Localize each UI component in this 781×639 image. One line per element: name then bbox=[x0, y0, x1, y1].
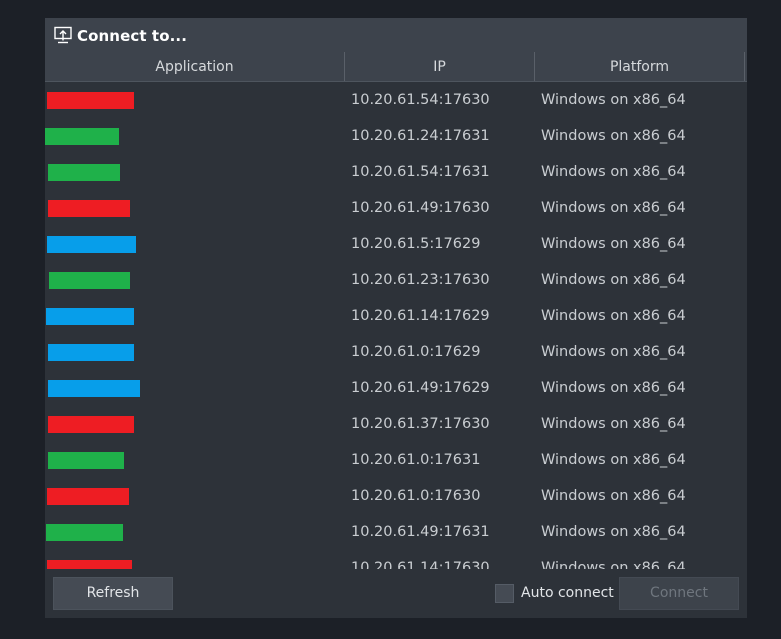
platform-cell: Windows on x86_64 bbox=[541, 452, 686, 468]
table-row[interactable]: 10.20.61.49:17631 Windows on x86_64 bbox=[45, 514, 747, 550]
table-row[interactable]: 10.20.61.49:17629 Windows on x86_64 bbox=[45, 370, 747, 406]
application-color-swatch bbox=[48, 452, 124, 469]
ip-cell: 10.20.61.49:17630 bbox=[351, 200, 490, 216]
platform-cell: Windows on x86_64 bbox=[541, 92, 686, 108]
table-row[interactable]: 10.20.61.23:17630 Windows on x86_64 bbox=[45, 262, 747, 298]
application-color-swatch bbox=[48, 416, 134, 433]
table-row[interactable]: 10.20.61.0:17630 Windows on x86_64 bbox=[45, 478, 747, 514]
application-color-swatch bbox=[45, 128, 119, 145]
table-row[interactable]: 10.20.61.49:17630 Windows on x86_64 bbox=[45, 190, 747, 226]
ip-cell: 10.20.61.5:17629 bbox=[351, 236, 481, 252]
ip-cell: 10.20.61.14:17629 bbox=[351, 308, 490, 324]
dialog-titlebar: Connect to... bbox=[45, 18, 747, 52]
refresh-button[interactable]: Refresh bbox=[53, 577, 173, 610]
platform-cell: Windows on x86_64 bbox=[541, 524, 686, 540]
application-color-swatch bbox=[49, 272, 130, 289]
connect-button: Connect bbox=[619, 577, 739, 610]
application-color-swatch bbox=[48, 200, 130, 217]
column-header-application[interactable]: Application bbox=[45, 52, 345, 81]
table-row[interactable]: 10.20.61.24:17631 Windows on x86_64 bbox=[45, 118, 747, 154]
ip-cell: 10.20.61.37:17630 bbox=[351, 416, 490, 432]
ip-cell: 10.20.61.49:17629 bbox=[351, 380, 490, 396]
ip-cell: 10.20.61.54:17630 bbox=[351, 92, 490, 108]
table-header: Application IP Platform bbox=[45, 52, 747, 82]
table-row[interactable]: 10.20.61.54:17630 Windows on x86_64 bbox=[45, 82, 747, 118]
dialog-title: Connect to... bbox=[77, 27, 187, 45]
dialog-footer: Refresh Auto connect Connect bbox=[45, 569, 747, 618]
auto-connect-label[interactable]: Auto connect bbox=[521, 577, 614, 610]
table-row[interactable]: 10.20.61.0:17631 Windows on x86_64 bbox=[45, 442, 747, 478]
auto-connect-checkbox[interactable] bbox=[495, 584, 514, 603]
ip-cell: 10.20.61.0:17631 bbox=[351, 452, 481, 468]
application-color-swatch bbox=[47, 92, 134, 109]
ip-cell: 10.20.61.24:17631 bbox=[351, 128, 490, 144]
table-row[interactable]: 10.20.61.5:17629 Windows on x86_64 bbox=[45, 226, 747, 262]
platform-cell: Windows on x86_64 bbox=[541, 560, 686, 569]
platform-cell: Windows on x86_64 bbox=[541, 272, 686, 288]
application-color-swatch bbox=[48, 164, 120, 181]
table-row[interactable]: 10.20.61.0:17629 Windows on x86_64 bbox=[45, 334, 747, 370]
platform-cell: Windows on x86_64 bbox=[541, 380, 686, 396]
ip-cell: 10.20.61.0:17630 bbox=[351, 488, 481, 504]
connect-dialog: Connect to... Application IP Platform 10… bbox=[45, 18, 747, 618]
ip-cell: 10.20.61.0:17629 bbox=[351, 344, 481, 360]
application-color-swatch bbox=[47, 560, 132, 569]
platform-cell: Windows on x86_64 bbox=[541, 344, 686, 360]
connection-table[interactable]: 10.20.61.54:17630 Windows on x86_64 10.20.… bbox=[45, 82, 747, 569]
application-color-swatch bbox=[47, 488, 129, 505]
application-color-swatch bbox=[46, 524, 123, 541]
platform-cell: Windows on x86_64 bbox=[541, 308, 686, 324]
platform-cell: Windows on x86_64 bbox=[541, 128, 686, 144]
application-color-swatch bbox=[46, 308, 134, 325]
ip-cell: 10.20.61.23:17630 bbox=[351, 272, 490, 288]
monitor-upload-icon bbox=[54, 26, 72, 44]
application-color-swatch bbox=[47, 236, 136, 253]
platform-cell: Windows on x86_64 bbox=[541, 164, 686, 180]
application-color-swatch bbox=[48, 380, 140, 397]
table-row[interactable]: 10.20.61.14:17629 Windows on x86_64 bbox=[45, 298, 747, 334]
table-row[interactable]: 10.20.61.37:17630 Windows on x86_64 bbox=[45, 406, 747, 442]
table-row[interactable]: 10.20.61.14:17630 Windows on x86_64 bbox=[45, 550, 747, 569]
column-header-ip[interactable]: IP bbox=[345, 52, 535, 81]
platform-cell: Windows on x86_64 bbox=[541, 236, 686, 252]
ip-cell: 10.20.61.14:17630 bbox=[351, 560, 490, 569]
table-row[interactable]: 10.20.61.54:17631 Windows on x86_64 bbox=[45, 154, 747, 190]
platform-cell: Windows on x86_64 bbox=[541, 416, 686, 432]
platform-cell: Windows on x86_64 bbox=[541, 200, 686, 216]
platform-cell: Windows on x86_64 bbox=[541, 488, 686, 504]
ip-cell: 10.20.61.54:17631 bbox=[351, 164, 490, 180]
ip-cell: 10.20.61.49:17631 bbox=[351, 524, 490, 540]
column-header-platform[interactable]: Platform bbox=[535, 52, 745, 81]
application-color-swatch bbox=[48, 344, 134, 361]
